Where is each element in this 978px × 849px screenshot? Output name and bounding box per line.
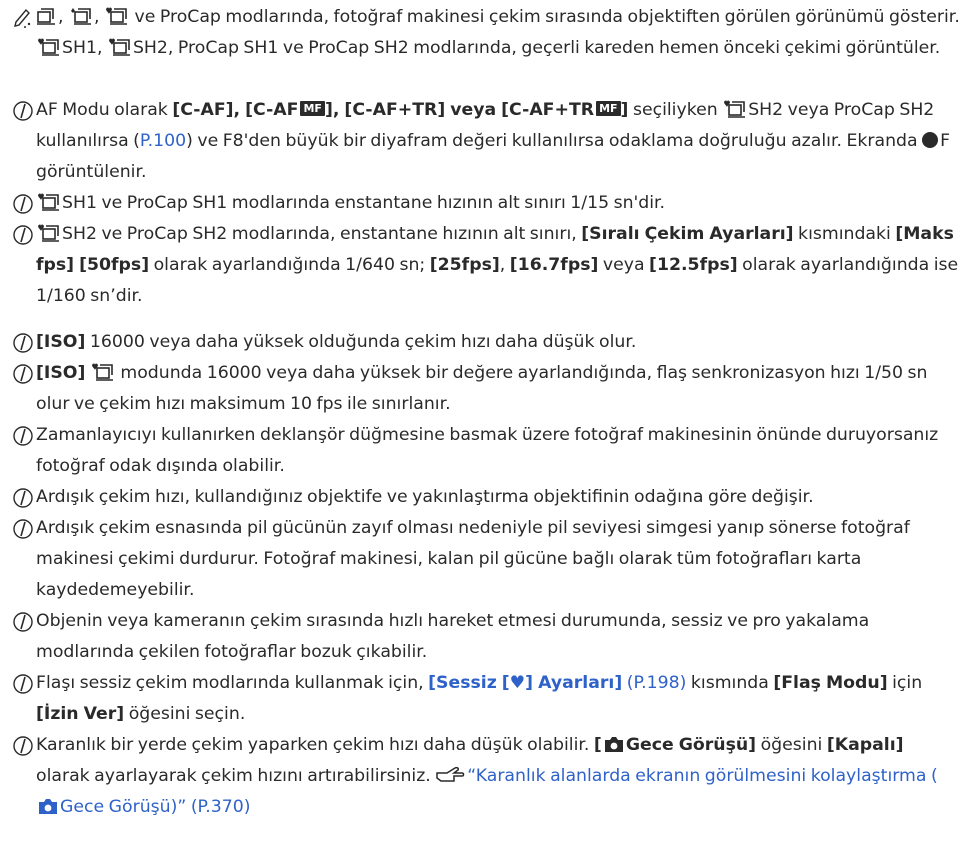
tip-icon xyxy=(13,736,33,756)
camera-icon xyxy=(39,799,57,814)
camera-icon xyxy=(604,737,623,752)
silent-sequential-drive-icon xyxy=(38,224,59,242)
tip-icon xyxy=(13,364,33,384)
tip-icon xyxy=(13,612,33,632)
page-link[interactable]: (P.198) xyxy=(622,673,687,693)
note-af-accuracy: AF Modu olarak [C-AF], [C-AF MF], [C-AF+T… xyxy=(0,95,960,188)
note-night-vision: Karanlık bir yerde çekim yaparken çekim … xyxy=(0,730,960,823)
manual-focus-badge: MF xyxy=(596,101,621,116)
night-vision-link[interactable]: “Karanlık alanlarda ekranın görülmesini … xyxy=(467,766,937,786)
note-silent-flash: Flaşı sessiz çekim modlarında kullanmak … xyxy=(0,668,960,730)
silent-sequential-drive-icon xyxy=(38,38,59,56)
note-sh2-shutter: SH2 ve ProCap SH2 modlarında, enstantane… xyxy=(0,219,960,312)
low-sequential-drive-icon xyxy=(71,8,91,25)
note-battery: Ardışık çekim esnasında pil gücünün zayı… xyxy=(0,513,960,606)
silent-sequential-drive-icon xyxy=(108,38,130,56)
pointing-hand-icon xyxy=(436,766,465,782)
tip-icon xyxy=(13,194,33,214)
silent-sequential-drive-icon xyxy=(91,363,113,381)
manual-focus-badge: MF xyxy=(300,101,325,116)
night-vision-link[interactable]: Gece Görüşü)” (P.370) xyxy=(60,797,251,817)
note-burst-rate: Ardışık çekim hızı, kullandığınız objekt… xyxy=(0,482,960,513)
silent-sequential-drive-icon xyxy=(724,100,746,118)
tip-icon xyxy=(13,333,33,353)
tip-icon xyxy=(13,426,33,446)
note-sh1-shutter: SH1 ve ProCap SH1 modlarında enstantane … xyxy=(0,188,960,219)
silent-sequential-drive-icon xyxy=(106,7,127,25)
sequential-drive-icon xyxy=(37,8,55,25)
note-iso-flash: [ISO] modunda 16000 veya daha yüksek bir… xyxy=(0,358,960,420)
tip-icon xyxy=(13,519,33,539)
pencil-note-icon xyxy=(14,8,31,28)
tip-icon xyxy=(13,488,33,508)
silent-settings-link[interactable]: [Sessiz [♥] Ayarları] xyxy=(428,673,622,693)
silent-sequential-drive-icon xyxy=(38,193,59,211)
page-link[interactable]: P.100 xyxy=(140,131,186,151)
note-live-view: , , ve ProCap modlarında, fotoğraf makin… xyxy=(0,2,960,64)
tip-icon xyxy=(13,225,33,245)
manual-notes-page: , , ve ProCap modlarında, fotoğraf makin… xyxy=(0,0,978,849)
focus-indicator-icon xyxy=(922,132,939,148)
tip-icon xyxy=(13,674,33,694)
note-distortion: Objenin veya kameranın çekim sırasında h… xyxy=(0,606,960,668)
note-iso-speed: [ISO] 16000 veya daha yüksek olduğunda ç… xyxy=(0,327,960,358)
tip-icon xyxy=(13,101,33,121)
note-self-timer: Zamanlayıcıyı kullanırken deklanşör düğm… xyxy=(0,420,960,482)
